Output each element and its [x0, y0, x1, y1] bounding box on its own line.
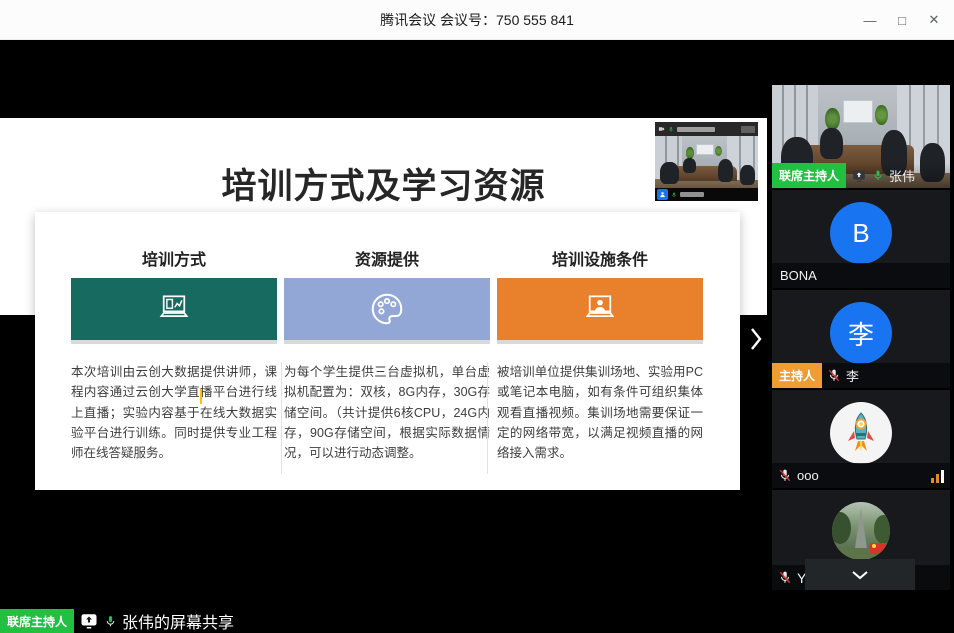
cohost-badge: 联席主持人: [0, 609, 74, 633]
participant-tile-zhangwei[interactable]: 联席主持人 张伟: [772, 85, 950, 188]
participant-icon: [657, 189, 668, 200]
facility-box: [497, 278, 703, 340]
avatar-photo: [832, 502, 890, 560]
participant-tile-ooo[interactable]: ooo: [772, 390, 950, 488]
inset-name-text: [680, 192, 704, 197]
participant-tile-li[interactable]: 李 主持人 李: [772, 290, 950, 388]
inset-logo: [741, 126, 755, 133]
meeting-window: 腾讯会议 会议号：750 555 841 — □ ✕ 培训方式及学习资源: [0, 0, 954, 633]
resource-box: [284, 278, 490, 340]
collapse-videos-button[interactable]: [805, 559, 915, 590]
mic-on-icon: [872, 168, 884, 183]
box-shadow-bar: [71, 340, 277, 344]
conference-room-scene: [655, 136, 758, 188]
participant-tile-bona[interactable]: B BONA: [772, 190, 950, 288]
cohost-badge: 联席主持人: [772, 163, 846, 188]
column-header: 资源提供: [284, 250, 490, 278]
titlebar: 腾讯会议 会议号：750 555 841 — □ ✕: [0, 0, 954, 40]
column-header: 培训方式: [71, 250, 277, 278]
sharing-indicator-icon: [79, 612, 99, 630]
avatar-rocket: [830, 402, 892, 464]
text-cursor: [200, 389, 202, 404]
participant-namebar: BONA: [772, 263, 950, 288]
participant-name: BONA: [780, 268, 817, 283]
camera-icon: [658, 125, 665, 133]
avatar: B: [830, 202, 892, 264]
participant-name: 李: [846, 366, 859, 385]
sharing-indicator-icon: [851, 169, 867, 183]
avatar: 李: [830, 302, 892, 364]
flag-icon: [870, 543, 886, 554]
inset-video-feed: [655, 136, 758, 188]
mic-on-icon: [104, 613, 117, 630]
mic-muted-icon: [778, 570, 792, 585]
slide-title: 培训方式及学习资源: [0, 158, 767, 209]
mic-muted-icon: [778, 468, 792, 483]
window-title: 腾讯会议 会议号：750 555 841: [0, 0, 954, 40]
share-banner-text: 张伟的屏幕共享: [122, 609, 234, 633]
column-body-text: 被培训单位提供集训场地、实验用PC或笔记本电脑，如有条件可组织集体观看直播视频。…: [497, 362, 703, 463]
mic-on-icon: [671, 191, 677, 199]
column-divider: [281, 362, 282, 474]
chevron-down-icon: [851, 570, 869, 580]
box-shadow-bar: [497, 340, 703, 344]
rocket-icon: [841, 411, 881, 455]
maximize-button[interactable]: □: [886, 0, 918, 40]
close-button[interactable]: ✕: [918, 0, 950, 40]
palette-icon: [367, 290, 407, 328]
column-divider: [487, 362, 488, 474]
window-controls: — □ ✕: [854, 0, 950, 40]
column-body-text: 本次培训由云创大数据提供讲师，课程内容通过云创大学直播平台进行线上直播；实验内容…: [71, 362, 277, 463]
avatar-letter: B: [852, 218, 869, 249]
laptop-user-icon: [579, 290, 621, 328]
mic-icon: [668, 125, 674, 134]
column-body-text: 为每个学生提供三台虚拟机，单台虚拟机配置为：双核，8G内存，30G存储空间。（共…: [284, 362, 490, 463]
next-slide-arrow-icon[interactable]: [744, 320, 768, 358]
inset-video-namebar: [655, 188, 758, 201]
slide-content-card: 培训方式 资源提供 培训设施条件: [35, 212, 740, 490]
participant-name: ooo: [797, 468, 819, 483]
box-shadow-bar: [284, 340, 490, 344]
participant-name: 张伟: [889, 166, 915, 185]
participant-namebar: 主持人 李: [772, 363, 950, 388]
minimize-button[interactable]: —: [854, 0, 886, 40]
mic-muted-icon: [827, 368, 841, 383]
inset-video-header: [655, 122, 758, 136]
participant-namebar: 联席主持人 张伟: [772, 163, 950, 188]
avatar-letter: 李: [848, 315, 874, 352]
training-method-box: [71, 278, 277, 340]
network-signal-icon: [931, 469, 944, 483]
inset-header-text: [677, 127, 715, 132]
screen-share-banner: 联席主持人 张伟的屏幕共享: [0, 609, 234, 633]
column-header: 培训设施条件: [497, 250, 703, 278]
inset-meeting-video: [655, 122, 758, 201]
laptop-chart-icon: [153, 290, 195, 328]
participant-namebar: ooo: [772, 463, 950, 488]
host-badge: 主持人: [772, 363, 822, 388]
